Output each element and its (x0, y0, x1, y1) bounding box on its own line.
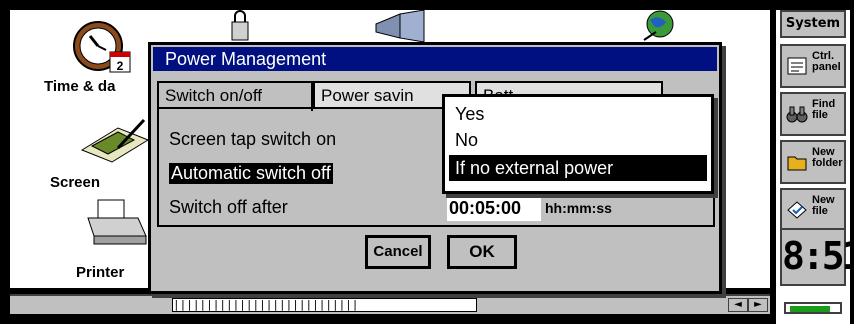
binoculars-icon (786, 106, 808, 123)
folder-icon (787, 156, 807, 171)
file-icon (787, 201, 807, 219)
new-file-label: New file (812, 194, 835, 217)
scroll-right-arrow-icon[interactable]: ► (748, 298, 768, 312)
printer-icon[interactable] (82, 196, 150, 248)
screen-settings-icon[interactable] (78, 110, 150, 166)
automatic-switch-off-label[interactable]: Automatic switch off (169, 163, 333, 184)
horn-icon[interactable] (370, 10, 430, 42)
horizontal-scrollbar[interactable]: |||||||||||||||||||||||||||| ◄ ► (10, 294, 770, 314)
battery-level-fill (790, 306, 831, 312)
lock-icon[interactable] (220, 10, 260, 42)
system-sidebar: System Ctrl. panel Find file New folder … (776, 10, 854, 324)
scroll-thumb[interactable]: |||||||||||||||||||||||||||| (172, 298, 477, 312)
cancel-button[interactable]: Cancel (365, 235, 431, 269)
find-file-button[interactable]: Find file (780, 92, 846, 136)
new-folder-label: New folder (812, 146, 843, 169)
clock-display: 8:51 (780, 228, 854, 286)
option-if-no-external-power[interactable]: If no external power (449, 155, 707, 181)
scroll-left-arrow-icon[interactable]: ◄ (728, 298, 748, 312)
printer-label[interactable]: Printer (76, 264, 124, 281)
time-format-hint: hh:mm:ss (545, 200, 612, 216)
screen-tap-label: Screen tap switch on (169, 129, 337, 149)
option-yes[interactable]: Yes (449, 101, 707, 127)
control-panel-icon (787, 57, 807, 75)
switch-off-dropdown[interactable]: Yes No If no external power (442, 94, 714, 194)
option-no[interactable]: No (449, 127, 707, 153)
dialog-title: Power Management (153, 47, 717, 71)
system-title[interactable]: System (780, 10, 846, 38)
globe-icon[interactable] (636, 10, 680, 42)
clock-icon[interactable]: 2 (70, 16, 134, 76)
switch-off-after-label: Switch off after (169, 197, 288, 217)
screen-label[interactable]: Screen (50, 174, 100, 191)
find-file-label: Find file (812, 98, 836, 121)
control-panel-label: Ctrl. panel (812, 50, 841, 73)
control-panel-button[interactable]: Ctrl. panel (780, 44, 846, 88)
battery-indicator (784, 302, 842, 314)
time-date-label[interactable]: Time & da (44, 78, 115, 95)
scroll-thumb-grip: |||||||||||||||||||||||||||| (173, 298, 359, 311)
ok-button[interactable]: OK (447, 235, 517, 269)
new-folder-button[interactable]: New folder (780, 140, 846, 184)
switch-off-time-input[interactable]: 00:05:00 (447, 195, 541, 221)
svg-text:2: 2 (117, 59, 124, 73)
new-file-button[interactable]: New file (780, 188, 846, 232)
